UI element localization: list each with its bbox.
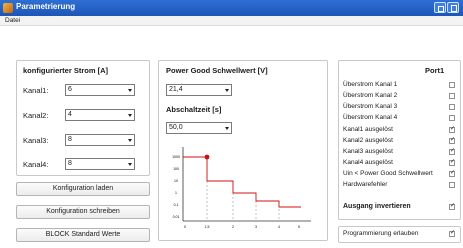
abschalt-curve-graph: 1000 100 10 1 0.1 0.01 0 1,5 2 3 4 5 [172, 147, 311, 229]
port-status-label: Überstrom Kanal 1 [343, 81, 398, 88]
port-status-checkbox[interactable] [449, 158, 455, 166]
kanal3-label: Kanal3: [23, 136, 49, 145]
port-status-checkbox[interactable] [449, 136, 455, 144]
port-status-row[interactable]: Überstrom Kanal 2 [343, 92, 458, 102]
x-tick-label: 2 [232, 225, 234, 229]
y-tick-label: 100 [173, 167, 179, 171]
ausgang-invertieren-checkbox[interactable] [449, 202, 455, 210]
powergood-value: 21,4 [169, 86, 183, 93]
kanal2-label: Kanal2: [23, 111, 49, 120]
port-status-row[interactable]: Hardwarefehler [343, 181, 458, 191]
ausgang-invertieren-label: Ausgang invertieren [343, 203, 411, 210]
abschaltzeit-header: Abschaltzeit [s] [166, 105, 222, 114]
kanal4-select[interactable]: 8 [65, 158, 135, 170]
port-status-row[interactable]: Kanal1 ausgelöst [343, 125, 458, 136]
strom-panel: konfigurierter Strom [A] Kanal1: 6 Kanal… [16, 60, 150, 176]
port-status-checkbox[interactable] [449, 82, 455, 88]
powergood-panel: Power Good Schwellwert [V] 21,4 Abschalt… [158, 60, 328, 241]
port-status-row[interactable]: Überstrom Kanal 4 [343, 114, 458, 124]
port-status-row[interactable]: Überstrom Kanal 3 [343, 103, 458, 113]
restore-button[interactable] [434, 2, 446, 13]
x-tick-label: 1,5 [205, 225, 210, 229]
port-status-checkbox[interactable] [449, 169, 455, 177]
title-bar: Parametrierung [0, 0, 463, 16]
chevron-down-icon [128, 163, 132, 166]
maximize-button[interactable] [447, 2, 459, 13]
x-tick-label: 4 [278, 225, 280, 229]
strom-header: konfigurierter Strom [A] [23, 66, 109, 75]
x-tick-label: 0 [184, 225, 186, 229]
window-title: Parametrierung [16, 2, 76, 11]
port-status-label: Überstrom Kanal 2 [343, 92, 398, 99]
powergood-select[interactable]: 21,4 [166, 84, 232, 96]
programmierung-row[interactable]: Programmierung erlauben [343, 229, 458, 240]
port-status-checkbox[interactable] [449, 93, 455, 99]
port-status-checkbox[interactable] [449, 115, 455, 121]
port-status-label: Kanal2 ausgelöst [343, 137, 393, 144]
kanal2-value: 4 [68, 111, 72, 118]
programmierung-label: Programmierung erlauben [343, 230, 419, 237]
port-status-label: Kanal4 ausgelöst [343, 159, 393, 166]
y-tick-label: 1000 [172, 155, 180, 159]
kanal1-select[interactable]: 6 [65, 84, 135, 96]
app-icon [3, 3, 13, 13]
y-tick-label: 1 [175, 191, 177, 195]
port-status-label: Überstrom Kanal 4 [343, 114, 398, 121]
chevron-down-icon [225, 89, 229, 92]
chevron-down-icon [128, 89, 132, 92]
chevron-down-icon [128, 139, 132, 142]
kanal3-value: 8 [68, 136, 72, 143]
port-status-row[interactable]: Kanal3 ausgelöst [343, 147, 458, 158]
chevron-down-icon [225, 127, 229, 130]
y-tick-label: 10 [174, 179, 178, 183]
port-status-label: Kanal3 ausgelöst [343, 148, 393, 155]
kanal4-value: 8 [68, 160, 72, 167]
port-status-label: Kanal1 ausgelöst [343, 126, 393, 133]
port-status-row[interactable]: Überstrom Kanal 1 [343, 81, 458, 91]
port-status-checkbox[interactable] [449, 182, 455, 188]
y-tick-label: 0.01 [173, 215, 180, 219]
powergood-header: Power Good Schwellwert [V] [166, 66, 268, 75]
ausgang-invertieren-row[interactable]: Ausgang invertieren [343, 202, 458, 213]
kanal2-select[interactable]: 4 [65, 109, 135, 121]
konfiguration-laden-button[interactable]: Konfiguration laden [16, 182, 150, 196]
kanal3-select[interactable]: 8 [65, 134, 135, 146]
port-status-row[interactable]: Kanal2 ausgelöst [343, 136, 458, 147]
menu-datei[interactable]: Datei [5, 17, 20, 24]
current-point-marker [204, 154, 210, 160]
block-standard-werte-button[interactable]: BLOCK Standard Werte [16, 228, 150, 242]
menu-bar: Datei [0, 16, 463, 26]
abschalt-curve [183, 156, 301, 208]
kanal4-label: Kanal4: [23, 160, 49, 169]
abschaltzeit-select[interactable]: 50,0 [166, 122, 232, 134]
konfiguration-schreiben-button[interactable]: Konfiguration schreiben [16, 205, 150, 219]
x-tick-label: 5 [298, 225, 300, 229]
port-status-label: Überstrom Kanal 3 [343, 103, 398, 110]
kanal1-label: Kanal1: [23, 86, 49, 95]
port-status-row[interactable]: Kanal4 ausgelöst [343, 158, 458, 169]
port-status-label: Uin < Power Good Schwellwert [343, 170, 433, 177]
port-status-label: Hardwarefehler [343, 181, 388, 188]
port-status-checkbox[interactable] [449, 104, 455, 110]
port-header: Port1 [425, 66, 445, 75]
abschaltzeit-value: 50,0 [169, 124, 183, 131]
kanal1-value: 6 [68, 86, 72, 93]
y-tick-label: 0.1 [174, 203, 179, 207]
x-tick-label: 3 [255, 225, 257, 229]
programmierung-checkbox[interactable] [449, 229, 455, 237]
port-status-checkbox[interactable] [449, 147, 455, 155]
port-status-checkbox[interactable] [449, 125, 455, 133]
chevron-down-icon [128, 114, 132, 117]
port-status-row[interactable]: Uin < Power Good Schwellwert [343, 169, 458, 180]
